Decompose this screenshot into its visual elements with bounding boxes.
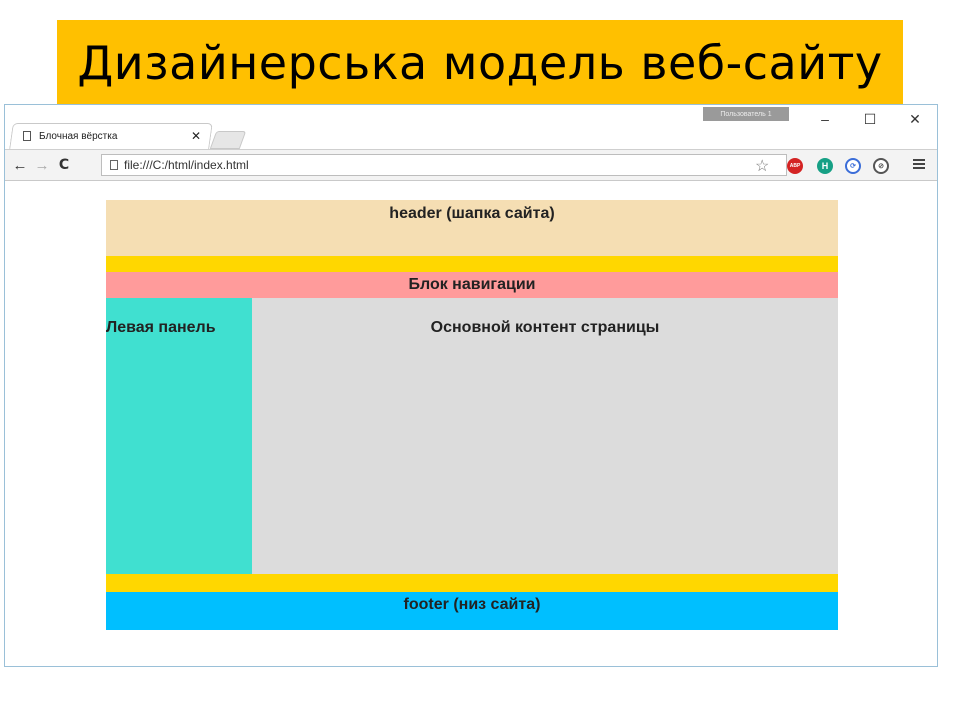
browser-toolbar: ← → C file:///C:/html/index.html ☆ ABP H… <box>5 149 937 181</box>
site-header-block: header (шапка сайта) <box>106 200 838 256</box>
left-panel-label: Левая панель <box>106 319 216 336</box>
menu-hamburger-icon[interactable] <box>913 157 925 171</box>
compass-icon[interactable]: ⊘ <box>873 158 889 174</box>
spacer-bar-top <box>106 256 838 272</box>
page-icon <box>110 160 118 170</box>
back-arrow-icon[interactable]: ← <box>11 156 29 174</box>
site-layout: header (шапка сайта) Блок навигации Лева… <box>106 200 838 630</box>
main-content-label: Основной контент страницы <box>430 319 660 336</box>
close-window-button[interactable]: ✕ <box>895 109 935 129</box>
spacer-bar-bottom <box>106 574 838 592</box>
forward-arrow-icon[interactable]: → <box>33 156 51 174</box>
h-extension-icon[interactable]: H <box>817 158 833 174</box>
reload-icon[interactable]: C <box>55 156 73 174</box>
profile-badge[interactable]: Пользователь 1 <box>703 107 789 121</box>
browser-window: Блочная вёрстка ✕ Пользователь 1 – ☐ ✕ ←… <box>4 104 938 667</box>
minimize-button[interactable]: – <box>805 109 845 129</box>
maximize-button[interactable]: ☐ <box>850 109 890 129</box>
left-panel-block: Левая панель <box>106 298 252 574</box>
tab-close-icon[interactable]: ✕ <box>191 129 201 143</box>
site-footer-block: footer (низ сайта) <box>106 592 838 630</box>
address-bar[interactable]: file:///C:/html/index.html <box>101 154 787 176</box>
bookmark-star-icon[interactable]: ☆ <box>755 156 769 176</box>
main-content-block: Основной контент страницы <box>252 298 838 574</box>
adblock-plus-icon[interactable]: ABP <box>787 158 803 174</box>
tab-active[interactable]: Блочная вёрстка ✕ <box>17 123 207 149</box>
nav-label: Блок навигации <box>408 276 536 293</box>
tab-strip: Блочная вёрстка ✕ Пользователь 1 – ☐ ✕ <box>5 105 937 149</box>
sync-icon[interactable]: ⟳ <box>845 158 861 174</box>
new-tab-button[interactable] <box>209 131 247 149</box>
slide-title: Дизайнерська модель веб-сайту <box>57 20 903 105</box>
page-viewport: header (шапка сайта) Блок навигации Лева… <box>5 181 937 666</box>
nav-block: Блок навигации <box>106 272 838 298</box>
page-icon <box>23 131 31 141</box>
footer-label: footer (низ сайта) <box>403 596 541 613</box>
header-label: header (шапка сайта) <box>389 205 555 222</box>
tab-title: Блочная вёрстка <box>39 130 118 142</box>
url-text: file:///C:/html/index.html <box>124 158 249 172</box>
